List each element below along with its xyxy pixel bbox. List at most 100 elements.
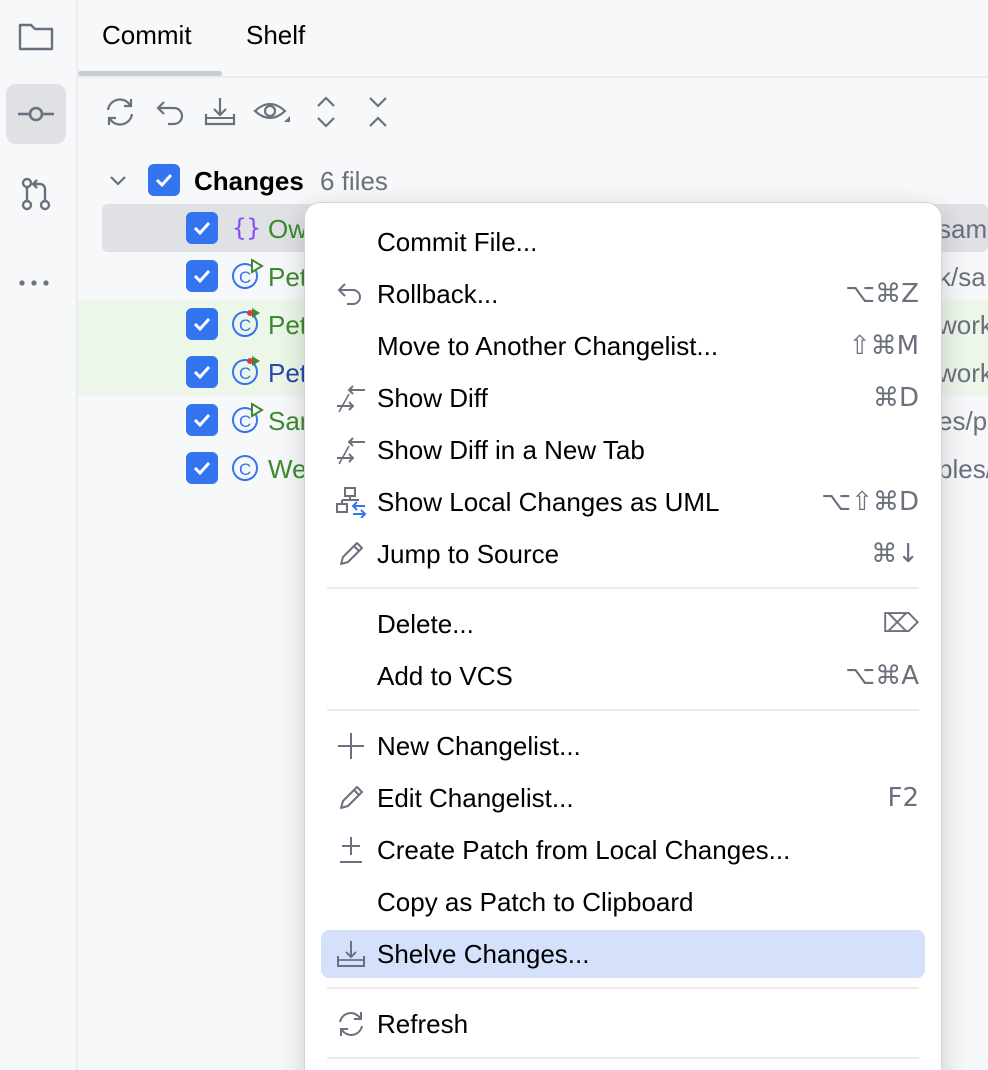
- rollback-button[interactable]: [150, 92, 190, 132]
- changes-label: Changes: [194, 166, 304, 196]
- menu-item-create-patch-from-local-changes[interactable]: Create Patch from Local Changes...: [321, 826, 925, 874]
- checkmark-icon: [193, 413, 211, 428]
- tab-shelf[interactable]: Shelf: [246, 20, 305, 51]
- menu-item-shortcut: F2: [887, 783, 920, 813]
- menu-item-label: Show Diff in a New Tab: [377, 435, 645, 465]
- menu-item-label: Jump to Source: [377, 539, 560, 569]
- file-path: samp: [938, 214, 988, 244]
- collapse-all-button[interactable]: [358, 92, 398, 132]
- svg-text:C: C: [239, 364, 251, 383]
- class-runnable-icon: C: [232, 402, 264, 433]
- changes-checkbox[interactable]: [148, 164, 180, 196]
- more-tool-windows-button[interactable]: [6, 244, 66, 304]
- pull-requests-tool-button[interactable]: [6, 164, 66, 224]
- class-conflict-icon: C: [232, 356, 260, 385]
- menu-item-label: Edit Changelist...: [377, 783, 574, 813]
- commit-tool-window: Commit Shelf Changes 6 files {} Ow sam C…: [78, 0, 988, 1070]
- class-icon: C: [232, 455, 258, 481]
- menu-separator: [327, 587, 919, 589]
- file-type-icon-wrap: C: [230, 258, 264, 292]
- menu-item-label: Rollback...: [377, 279, 499, 309]
- context-menu: Commit File... Rollback... ⌥⌘Z Move to Anot…: [304, 202, 942, 1070]
- menu-item-refresh[interactable]: Refresh: [321, 1000, 925, 1048]
- menu-item-move-to-another-changelist[interactable]: Move to Another Changelist... ⇧⌘M: [321, 322, 925, 370]
- file-name: Ow: [268, 214, 307, 244]
- menu-separator: [327, 709, 919, 711]
- expand-all-icon: [317, 96, 335, 128]
- menu-item-label: Show Diff: [377, 383, 488, 413]
- file-checkbox[interactable]: [186, 404, 218, 436]
- file-path: es/p: [938, 406, 988, 436]
- menu-item-label: Move to Another Changelist...: [377, 331, 719, 361]
- menu-item-shelve-changes[interactable]: Shelve Changes...: [321, 930, 925, 978]
- edit-icon: [340, 786, 363, 809]
- file-type-icon-wrap: C: [230, 402, 264, 436]
- json-icon: {}: [232, 214, 261, 242]
- file-type-icon-wrap: C: [230, 354, 264, 388]
- tab-commit[interactable]: Commit: [102, 20, 192, 51]
- changes-count: 6 files: [320, 166, 388, 196]
- menu-item-new-changelist[interactable]: New Changelist...: [321, 722, 925, 770]
- menu-item-shortcut: ⌥⌘Z: [845, 279, 919, 309]
- file-name: Sar: [268, 406, 309, 436]
- file-path: work: [938, 358, 988, 388]
- file-checkbox[interactable]: [186, 260, 218, 292]
- checkmark-icon: [155, 173, 173, 188]
- expand-all-button[interactable]: [306, 92, 346, 132]
- rollback-icon: [337, 283, 361, 305]
- active-tab-indicator: [78, 71, 222, 76]
- file-type-icon-wrap: C: [230, 450, 264, 484]
- menu-item-shortcut: ⌘↓: [871, 539, 919, 569]
- menu-item-rollback[interactable]: Rollback... ⌥⌘Z: [321, 270, 925, 318]
- patch-icon: [340, 837, 362, 863]
- rollback-icon: [156, 101, 184, 126]
- add-icon: [338, 733, 364, 759]
- menu-item-edit-changelist[interactable]: Edit Changelist... F2: [321, 774, 925, 822]
- menu-item-label: Show Local Changes as UML: [377, 487, 720, 517]
- commit-tool-button[interactable]: [6, 84, 66, 144]
- menu-item-add-to-vcs[interactable]: Add to VCS ⌥⌘A: [321, 652, 925, 700]
- uml-icon: [336, 487, 367, 518]
- file-checkbox[interactable]: [186, 308, 218, 340]
- menu-item-label: Copy as Patch to Clipboard: [377, 887, 694, 917]
- checkmark-icon: [193, 269, 211, 284]
- file-checkbox[interactable]: [186, 452, 218, 484]
- checkmark-icon: [193, 317, 211, 332]
- menu-item-shortcut: ⌥⇧⌘D: [821, 487, 919, 517]
- menu-item-show-diff[interactable]: Show Diff ⌘D: [321, 374, 925, 422]
- file-type-icon-wrap: C: [230, 306, 264, 340]
- svg-text:C: C: [239, 316, 251, 335]
- changes-root-row[interactable]: Changes 6 files: [78, 156, 988, 204]
- svg-text:C: C: [239, 412, 251, 431]
- menu-separator: [327, 987, 919, 989]
- view-options-button[interactable]: [252, 92, 292, 132]
- file-checkbox[interactable]: [186, 356, 218, 388]
- shelve-icon: [204, 98, 236, 126]
- menu-item-show-diff-in-a-new-tab[interactable]: Show Diff in a New Tab: [321, 426, 925, 474]
- menu-item-shortcut: ⌦: [882, 609, 919, 639]
- menu-item-jump-to-source[interactable]: Jump to Source ⌘↓: [321, 530, 925, 578]
- menu-item-show-local-changes-as-uml[interactable]: Show Local Changes as UML ⌥⇧⌘D: [321, 478, 925, 526]
- chevron-down-icon[interactable]: [106, 168, 130, 192]
- refresh-button[interactable]: [100, 92, 140, 132]
- file-name: Pet: [268, 310, 308, 340]
- menu-item-copy-as-patch-to-clipboard[interactable]: Copy as Patch to Clipboard: [321, 878, 925, 926]
- file-type-icon-wrap: {}: [230, 210, 264, 244]
- more-icon: [19, 280, 49, 286]
- project-tool-button[interactable]: [6, 6, 66, 66]
- menu-item-delete[interactable]: Delete... ⌦: [321, 600, 925, 648]
- diff-icon: [337, 437, 365, 465]
- view-options-icon: [253, 102, 290, 122]
- menu-item-commit-file[interactable]: Commit File...: [321, 218, 925, 266]
- checkmark-icon: [193, 221, 211, 236]
- class-runnable-icon: C: [232, 258, 264, 289]
- file-name: We: [268, 454, 307, 484]
- menu-item-shortcut: ⌘D: [872, 383, 919, 413]
- menu-item-label: New Changelist...: [377, 731, 581, 761]
- file-path: bles/: [938, 454, 988, 484]
- file-checkbox[interactable]: [186, 212, 218, 244]
- menu-item-shortcut: ⌥⌘A: [845, 661, 919, 691]
- shelve-button[interactable]: [200, 92, 240, 132]
- refresh-icon: [339, 1012, 363, 1036]
- refresh-icon: [106, 98, 134, 126]
